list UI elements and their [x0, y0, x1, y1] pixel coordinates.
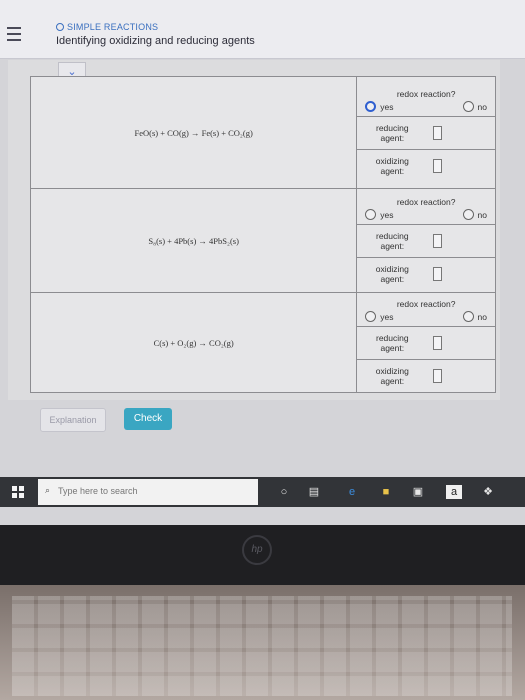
radio-yes-selected[interactable]	[365, 101, 377, 112]
no-label: no	[477, 210, 487, 220]
reducing-agent-label: reducing agent:	[375, 231, 409, 251]
circle-icon	[56, 23, 64, 31]
section-subtitle: SIMPLE REACTIONS	[56, 22, 158, 32]
yes-option[interactable]: yes	[365, 311, 394, 322]
yes-label: yes	[380, 312, 394, 322]
problem-table: FeO(s) + CO(g) → Fe(s) + CO₂(g) redox re…	[29, 76, 496, 393]
reducing-agent-input[interactable]	[433, 126, 443, 140]
page-title: Identifying oxidizing and reducing agent…	[56, 35, 255, 47]
radio-no[interactable]	[462, 209, 474, 220]
redox-options: yes no	[357, 101, 495, 116]
yes-label: yes	[380, 102, 394, 112]
reducing-agent-input[interactable]	[433, 336, 443, 350]
windows-taskbar: ⌕ Type here to search ○ ▤ e ■ ▣ a ❖	[0, 477, 525, 507]
no-option[interactable]: no	[462, 209, 487, 220]
taskbar-search-box[interactable]: ⌕ Type here to search	[38, 479, 258, 505]
oxidizing-agent-input[interactable]	[433, 159, 443, 173]
no-label: no	[477, 102, 487, 112]
keyboard-keys	[12, 596, 512, 696]
reducing-agent-label: reducing agent:	[375, 123, 409, 143]
radio-yes[interactable]	[365, 209, 377, 220]
oxidizing-agent-row: oxidizing agent:	[357, 257, 495, 290]
no-label: no	[477, 312, 487, 322]
oxidizing-agent-input[interactable]	[433, 267, 443, 281]
store-icon[interactable]: ▣	[410, 485, 426, 499]
oxidizing-agent-label: oxidizing agent:	[375, 366, 409, 386]
oxidizing-agent-row: oxidizing agent:	[357, 149, 495, 182]
explanation-button[interactable]: Explanation	[40, 408, 106, 432]
no-option[interactable]: no	[462, 311, 487, 322]
yes-option[interactable]: yes	[365, 101, 394, 112]
reducing-agent-row: reducing agent:	[357, 116, 495, 149]
subtitle-text: SIMPLE REACTIONS	[67, 22, 159, 32]
redox-label: redox reaction?	[396, 89, 456, 99]
radio-no[interactable]	[462, 311, 474, 322]
cortana-icon[interactable]: ○	[276, 485, 292, 499]
windows-icon[interactable]	[12, 486, 24, 498]
oxidizing-agent-row: oxidizing agent:	[357, 359, 495, 392]
check-button[interactable]: Check	[124, 408, 172, 430]
reducing-agent-row: reducing agent:	[357, 224, 495, 257]
problem-row-2: S₈(s) + 4Pb(s) → 4PbS₂(s) redox reaction…	[29, 188, 496, 293]
equation-2: S₈(s) + 4Pb(s) → 4PbS₂(s)	[29, 188, 358, 293]
laptop-logo: hp	[242, 535, 272, 565]
redox-label: redox reaction?	[396, 299, 456, 309]
top-bar: SIMPLE REACTIONS Identifying oxidizing a…	[0, 0, 525, 59]
redox-options: yes no	[357, 311, 495, 326]
yes-option[interactable]: yes	[365, 209, 394, 220]
edge-icon[interactable]: e	[344, 485, 360, 499]
search-placeholder: Type here to search	[58, 486, 138, 496]
redox-options: yes no	[357, 209, 495, 224]
radio-yes[interactable]	[365, 311, 377, 322]
equation-3: C(s) + O₂(g) → CO₂(g)	[29, 292, 358, 393]
reducing-agent-row: reducing agent:	[357, 326, 495, 359]
equation-1: FeO(s) + CO(g) → Fe(s) + CO₂(g)	[29, 76, 358, 189]
oxidizing-agent-label: oxidizing agent:	[375, 264, 409, 284]
problem-row-1: FeO(s) + CO(g) → Fe(s) + CO₂(g) redox re…	[29, 76, 496, 189]
oxidizing-agent-label: oxidizing agent:	[375, 156, 409, 176]
answer-cell-3: redox reaction? yes no reducing agent: ox…	[356, 292, 496, 393]
search-icon: ⌕	[45, 485, 51, 495]
yes-label: yes	[380, 210, 394, 220]
amazon-icon[interactable]: a	[446, 485, 462, 499]
reducing-agent-input[interactable]	[433, 234, 443, 248]
oxidizing-agent-input[interactable]	[433, 369, 443, 383]
task-view-icon[interactable]: ▤	[306, 485, 322, 499]
file-explorer-icon[interactable]: ■	[378, 485, 394, 499]
dropbox-icon[interactable]: ❖	[480, 485, 496, 499]
screen: SIMPLE REACTIONS Identifying oxidizing a…	[0, 0, 525, 525]
reducing-agent-label: reducing agent:	[375, 333, 409, 353]
answer-cell-1: redox reaction? yes no reducing agent: ox…	[356, 76, 496, 189]
menu-icon[interactable]	[7, 27, 21, 43]
no-option[interactable]: no	[462, 101, 487, 112]
radio-no[interactable]	[462, 101, 474, 112]
redox-label: redox reaction?	[396, 197, 456, 207]
problem-row-3: C(s) + O₂(g) → CO₂(g) redox reaction? ye…	[29, 292, 496, 393]
answer-cell-2: redox reaction? yes no reducing agent: ox…	[356, 188, 496, 293]
